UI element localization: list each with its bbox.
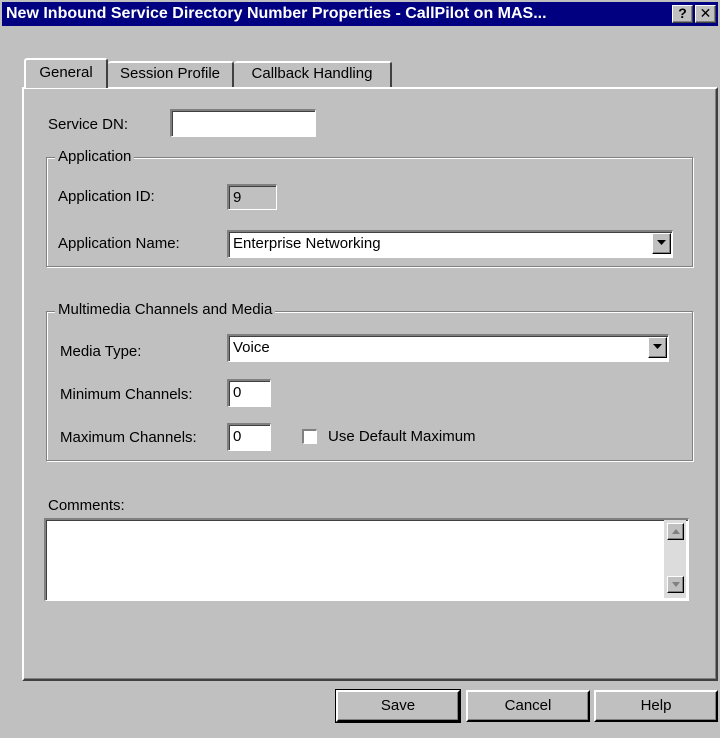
multimedia-group-title: Multimedia Channels and Media	[55, 301, 276, 319]
save-button[interactable]: Save	[335, 689, 461, 723]
chevron-down-icon	[653, 344, 662, 349]
arrow-up-icon	[671, 529, 680, 534]
media-type-select[interactable]: Voice	[227, 334, 669, 362]
minimum-channels-input[interactable]: 0	[227, 379, 271, 407]
scroll-up-button[interactable]	[667, 523, 684, 540]
help-button[interactable]: Help	[594, 690, 718, 722]
application-name-label: Application Name:	[58, 235, 180, 252]
tab-general[interactable]: General	[24, 58, 108, 88]
application-id-field: 9	[227, 184, 277, 210]
application-name-value: Enterprise Networking	[233, 235, 381, 252]
minimum-channels-label: Minimum Channels:	[60, 386, 193, 403]
chevron-down-icon	[657, 240, 666, 245]
tab-callback-handling[interactable]: Callback Handling	[234, 61, 392, 87]
title-bar[interactable]: New Inbound Service Directory Number Pro…	[2, 2, 718, 26]
close-icon[interactable]: ✕	[695, 5, 716, 23]
window-title: New Inbound Service Directory Number Pro…	[6, 5, 547, 22]
application-name-dropdown-button[interactable]	[652, 233, 671, 254]
tab-session-profile[interactable]: Session Profile	[108, 61, 234, 87]
application-id-label: Application ID:	[58, 188, 155, 205]
media-type-label: Media Type:	[60, 343, 142, 360]
scroll-down-button[interactable]	[667, 576, 684, 593]
use-default-maximum-label[interactable]: Use Default Maximum	[328, 427, 476, 447]
cancel-button[interactable]: Cancel	[466, 690, 590, 722]
help-icon[interactable]: ?	[672, 5, 693, 23]
tab-panel-general: Service DN: Application Application ID: …	[22, 87, 718, 681]
comments-label: Comments:	[48, 497, 125, 514]
maximum-channels-input[interactable]: 0	[227, 423, 271, 451]
media-type-value: Voice	[233, 339, 270, 356]
comments-textarea[interactable]	[44, 518, 689, 601]
application-name-select[interactable]: Enterprise Networking	[227, 230, 673, 258]
media-type-dropdown-button[interactable]	[648, 337, 667, 358]
maximum-channels-label: Maximum Channels:	[60, 429, 197, 446]
service-dn-label: Service DN:	[48, 116, 129, 133]
use-default-maximum-checkbox[interactable]	[302, 429, 317, 444]
arrow-down-icon	[671, 582, 680, 587]
application-group-title: Application	[55, 148, 135, 166]
service-dn-input[interactable]	[170, 109, 316, 137]
dialog-window: New Inbound Service Directory Number Pro…	[0, 0, 720, 738]
